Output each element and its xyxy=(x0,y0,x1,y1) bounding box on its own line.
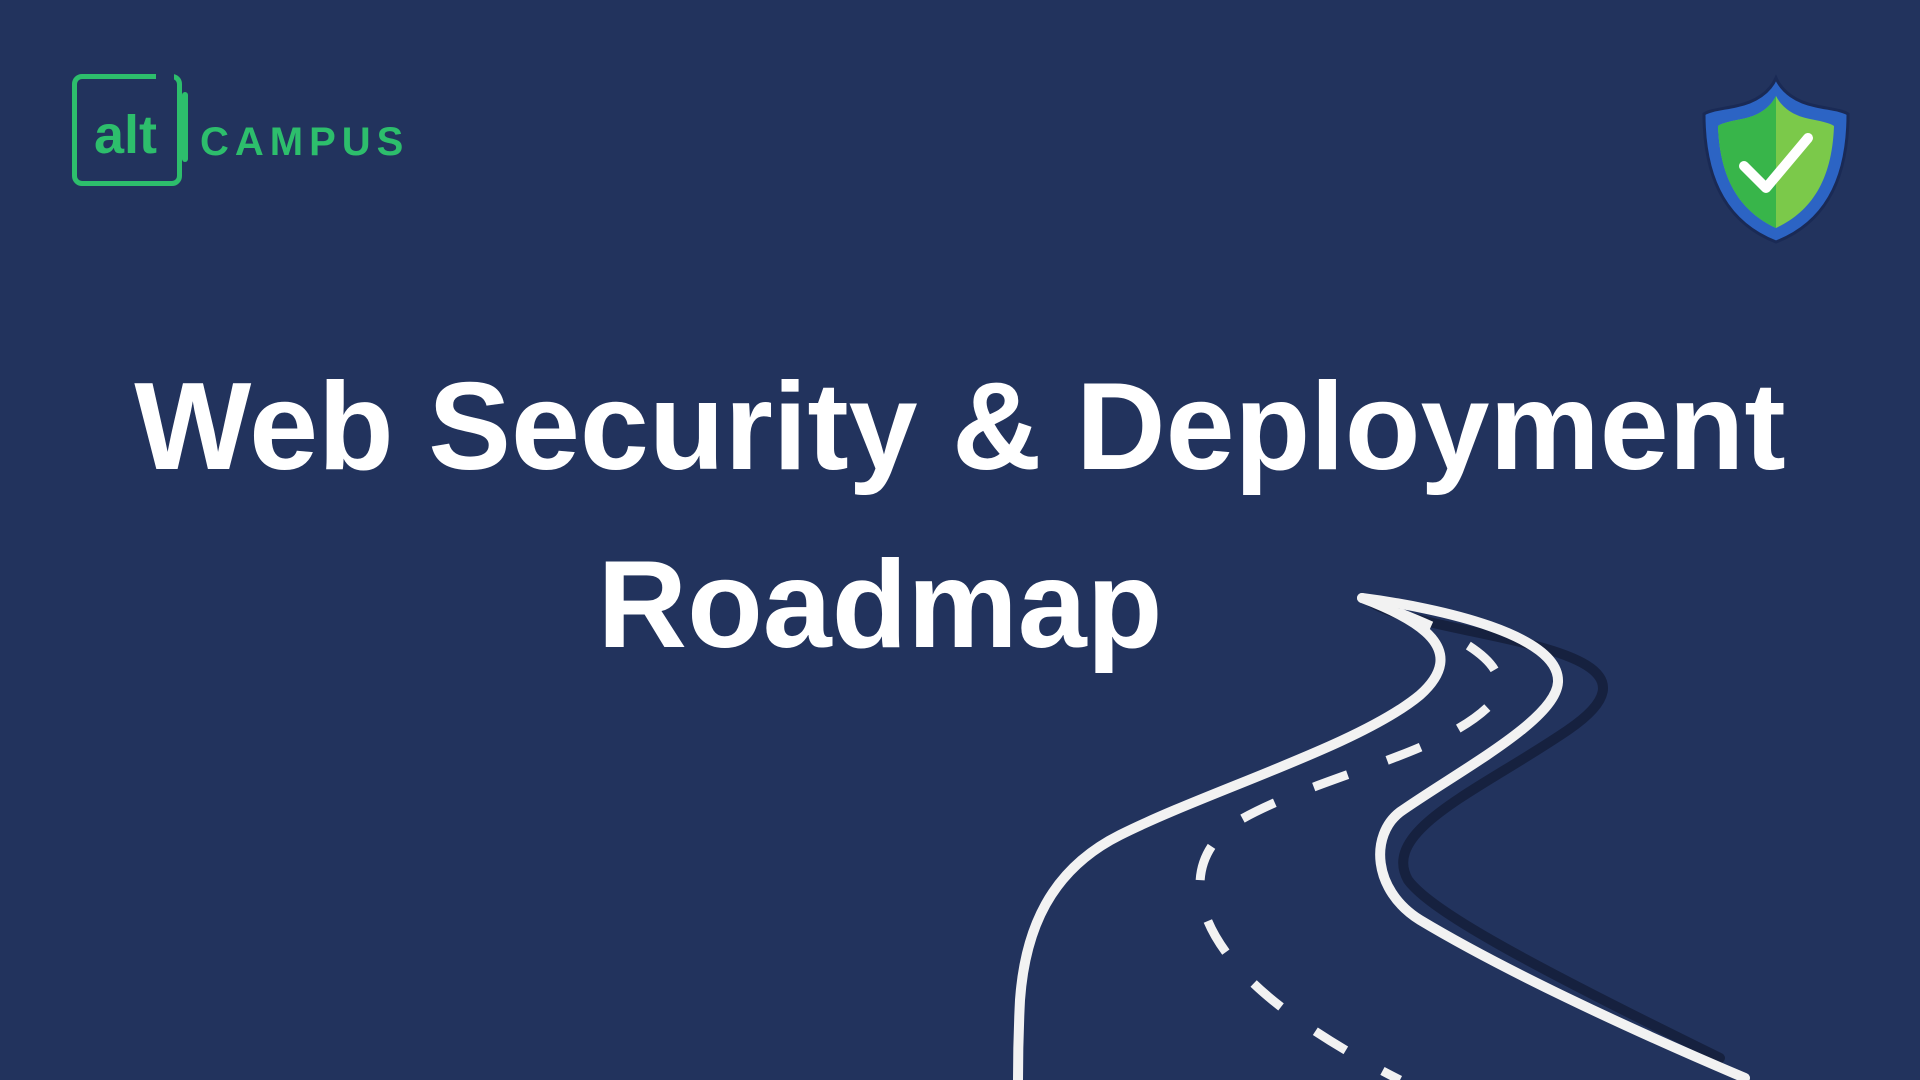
road-icon xyxy=(1013,593,1750,1080)
road-center-dashes xyxy=(1195,607,1504,1080)
road-right-edge xyxy=(1357,593,1750,1080)
